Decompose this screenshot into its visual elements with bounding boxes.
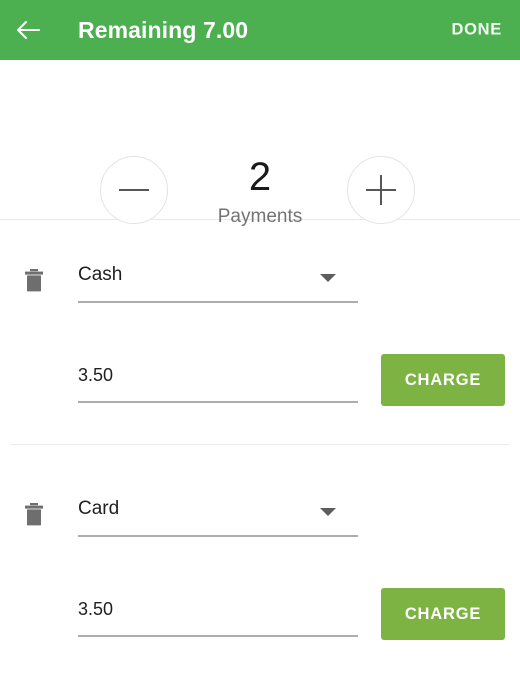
payment-amount-value: 3.50 (78, 599, 114, 619)
page-title: Remaining 7.00 (78, 16, 249, 43)
trash-icon (23, 502, 45, 528)
caret-down-icon (320, 274, 336, 282)
payment-method-line: Card (16, 491, 520, 549)
payment-method-select[interactable]: Cash (78, 257, 358, 303)
plus-icon-vertical (380, 175, 382, 205)
payment-row: Cash 3.50 CHARGE (0, 220, 520, 444)
payment-amount-input[interactable]: 3.50 (78, 591, 358, 637)
payment-method-value: Cash (78, 264, 123, 285)
payment-count-display: 2 Payments (0, 154, 520, 230)
app-bar: Remaining 7.00 DONE (0, 0, 520, 60)
back-button[interactable] (0, 2, 56, 58)
payment-amount-input[interactable]: 3.50 (78, 357, 358, 403)
done-button[interactable]: DONE (450, 15, 504, 46)
arrow-left-icon (15, 17, 41, 43)
delete-payment-button[interactable] (16, 263, 52, 299)
payment-method-select[interactable]: Card (78, 491, 358, 537)
payment-amount-value: 3.50 (78, 365, 114, 385)
charge-button[interactable]: CHARGE (381, 588, 505, 640)
payment-row: Card 3.50 CHARGE (0, 445, 520, 663)
trash-icon (23, 268, 45, 294)
charge-button[interactable]: CHARGE (381, 354, 505, 406)
delete-payment-button[interactable] (16, 497, 52, 533)
payment-amount-line: 3.50 CHARGE (16, 354, 520, 409)
increment-payments-button[interactable] (347, 156, 415, 224)
payment-method-line: Cash (16, 257, 520, 315)
payment-count-value: 2 (248, 155, 272, 199)
payment-count-stepper: 2 Payments (0, 60, 520, 227)
payment-amount-line: 3.50 CHARGE (16, 588, 520, 643)
caret-down-icon (320, 508, 336, 516)
payment-method-value: Card (78, 498, 120, 519)
